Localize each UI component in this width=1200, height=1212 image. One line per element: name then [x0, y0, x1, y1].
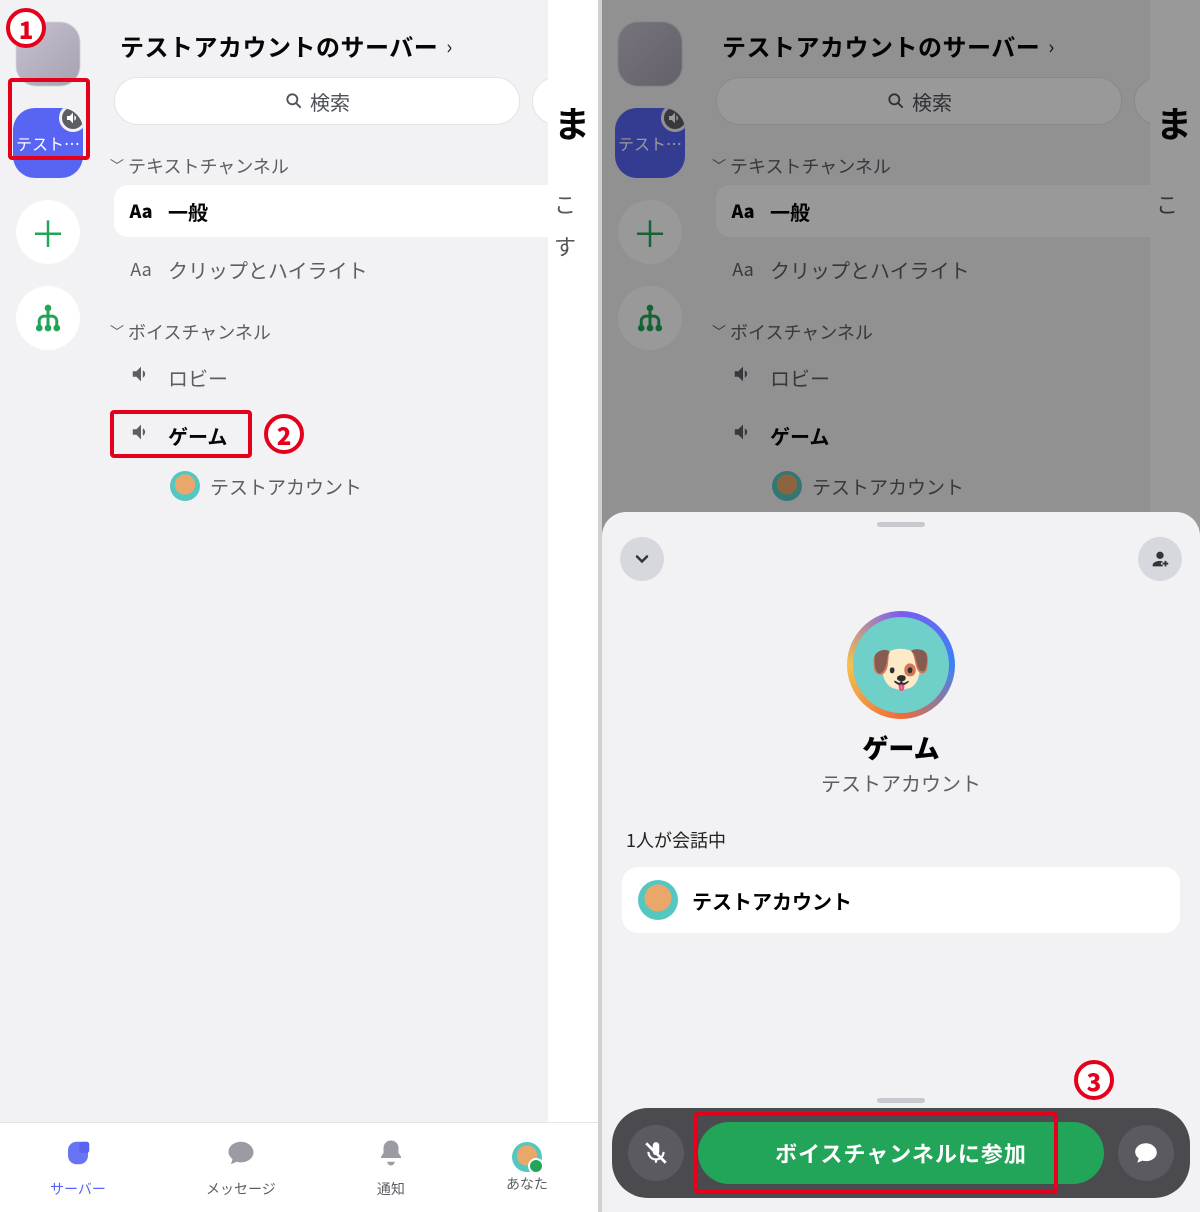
- member-avatar-icon: [170, 471, 200, 501]
- sheet-subtitle: テストアカウント: [602, 768, 1200, 797]
- action-bar-grip-icon[interactable]: [877, 1098, 925, 1103]
- annotation-number-3: 3: [1074, 1060, 1114, 1100]
- server-rail: テスト… ＋: [0, 0, 96, 1212]
- discover-hub-button[interactable]: [16, 286, 80, 350]
- left-panel: テスト… ＋ 1 テストアカウントのサーバー › 検索 ﹀ テ: [0, 0, 598, 1212]
- sheet-invite-button[interactable]: [1138, 537, 1182, 581]
- text-channel-clips[interactable]: Aa クリップとハイライト: [114, 243, 584, 295]
- server-title: テストアカウントのサーバー: [120, 28, 438, 63]
- annotation-number-1: 1: [6, 8, 46, 48]
- bottom-tab-bar: サーバー メッセージ 通知 あなた: [0, 1122, 598, 1212]
- background-chat-strip: ま こ す: [548, 0, 598, 1212]
- mute-toggle-button[interactable]: [628, 1125, 684, 1181]
- sheet-status-text: 1人が会話中: [602, 797, 1200, 863]
- channel-list-main: テストアカウントのサーバー › 検索 ﹀ テキストチャンネル Aa 一般 Aa …: [96, 0, 598, 1212]
- voice-channel-lobby[interactable]: ロビー: [114, 351, 584, 403]
- tab-you[interactable]: あなた: [506, 1142, 548, 1194]
- tab-notify[interactable]: 通知: [376, 1137, 406, 1199]
- text-channel-icon: Aa: [128, 198, 154, 224]
- annotation-box-1: [8, 78, 90, 160]
- tab-message[interactable]: メッセージ: [206, 1137, 276, 1199]
- sheet-channel-name: ゲーム: [602, 729, 1200, 766]
- add-server-button[interactable]: ＋: [16, 200, 80, 264]
- member-avatar-icon: [638, 880, 678, 920]
- bell-tab-icon: [376, 1137, 406, 1177]
- search-placeholder: 検索: [310, 87, 350, 116]
- search-row: 検索: [110, 77, 584, 143]
- right-panel: テスト… ＋ テストアカウントのサーバー › 検索 ﹀ テキストチャンネル: [602, 0, 1200, 1212]
- sheet-member-row[interactable]: テストアカウント: [622, 867, 1180, 933]
- chevron-down-icon: ﹀: [110, 322, 124, 342]
- chevron-right-icon: ›: [446, 31, 452, 60]
- message-tab-icon: [226, 1137, 256, 1177]
- sheet-grip-icon[interactable]: [877, 522, 925, 527]
- voice-section-header[interactable]: ﹀ ボイスチャンネル: [110, 309, 584, 351]
- open-chat-button[interactable]: [1118, 1125, 1174, 1181]
- sheet-top-row: [602, 531, 1200, 611]
- text-channel-list: Aa 一般 Aa クリップとハイライト: [110, 185, 584, 295]
- annotation-box-2: [110, 410, 252, 458]
- chevron-down-icon: ﹀: [110, 156, 124, 176]
- tab-server[interactable]: サーバー: [50, 1137, 106, 1199]
- voice-join-sheet: 🐶 ゲーム テストアカウント 1人が会話中 テストアカウント ボイスチャンネルに…: [602, 512, 1200, 1212]
- speaker-icon: [128, 363, 154, 391]
- annotation-box-3: [694, 1112, 1058, 1194]
- server-tab-icon: [63, 1137, 93, 1177]
- sheet-channel-avatar: 🐶: [847, 611, 955, 719]
- text-channel-icon: Aa: [128, 256, 154, 282]
- sheet-collapse-button[interactable]: [620, 537, 664, 581]
- search-input[interactable]: 検索: [114, 77, 520, 125]
- text-section-header[interactable]: ﹀ テキストチャンネル: [110, 143, 584, 185]
- text-channel-general[interactable]: Aa 一般: [114, 185, 584, 237]
- you-avatar-icon: [512, 1142, 542, 1172]
- server-title-row[interactable]: テストアカウントのサーバー ›: [110, 22, 584, 77]
- voice-member-row[interactable]: テストアカウント: [114, 467, 584, 501]
- annotation-number-2: 2: [264, 414, 304, 454]
- dog-avatar-icon: 🐶: [853, 617, 949, 713]
